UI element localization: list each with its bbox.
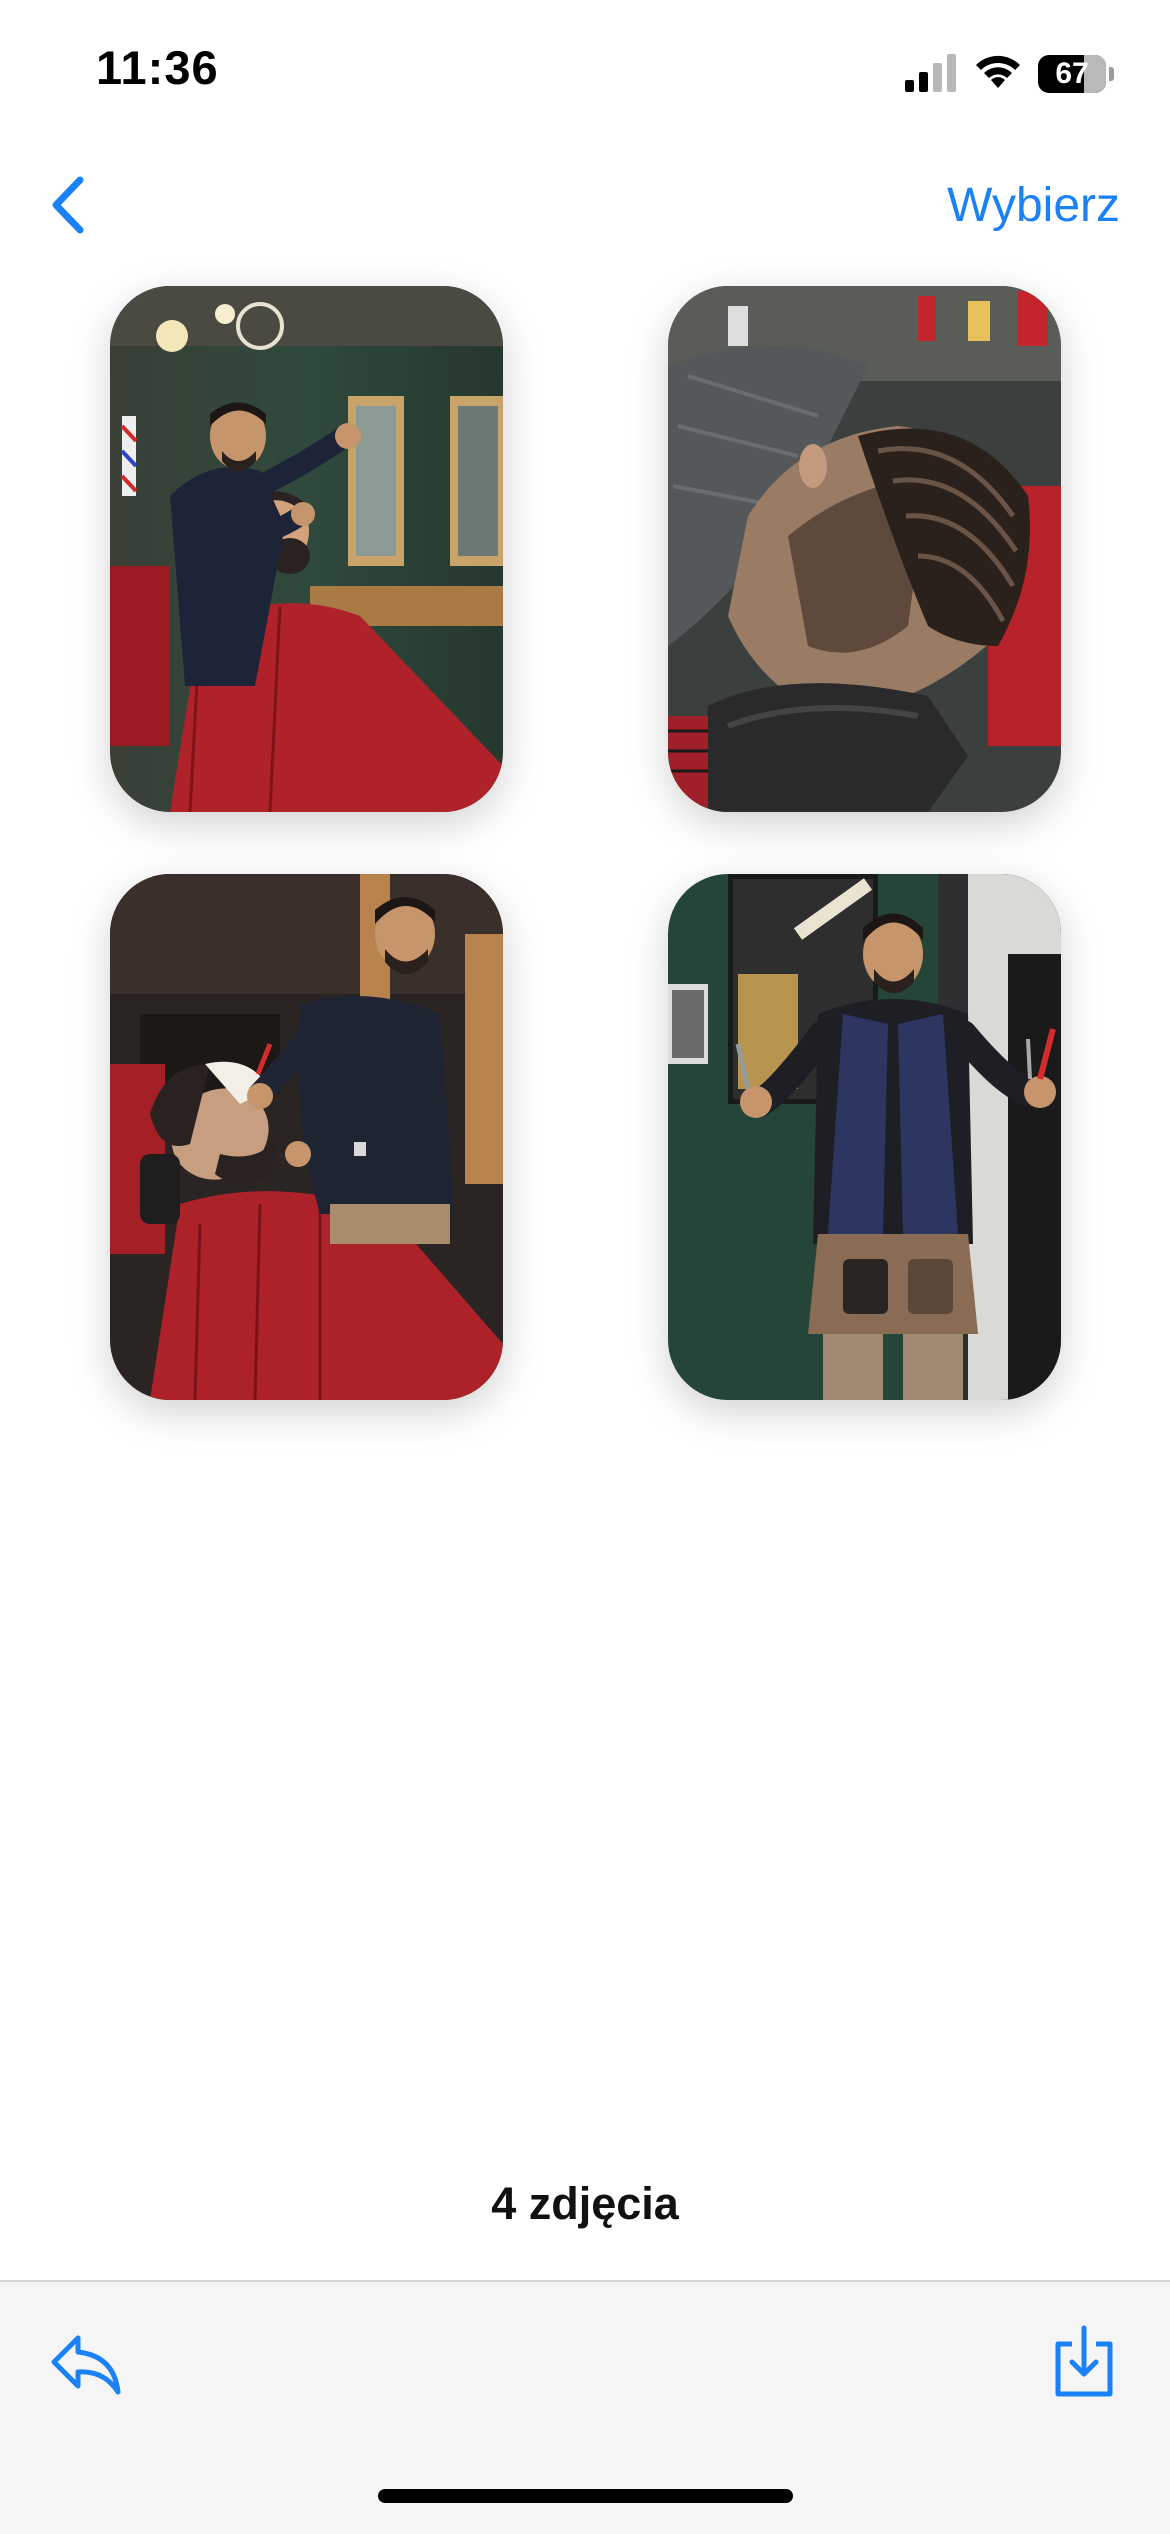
home-indicator[interactable] [378,2489,793,2503]
status-bar: 11:36 67 [0,0,1170,140]
photo-barber-styling-client[interactable] [110,286,503,812]
wifi-icon [976,55,1020,88]
photo-slicked-hair-closeup[interactable] [668,286,1061,812]
signal-icon [905,54,956,92]
select-button[interactable]: Wybierz [947,178,1120,233]
photo-barber-posing-scissors[interactable] [668,874,1061,1400]
status-time: 11:36 [96,41,219,94]
save-download-icon[interactable] [1052,2324,1116,2400]
battery-level: 67 [1055,57,1089,90]
reply-icon[interactable] [48,2332,124,2398]
chevron-left-icon[interactable] [40,170,100,240]
photo-barber-shaving-beard[interactable] [110,874,503,1400]
photo-count-label: 4 zdjęcia [491,2178,679,2229]
battery-icon: 67 [1038,55,1114,93]
